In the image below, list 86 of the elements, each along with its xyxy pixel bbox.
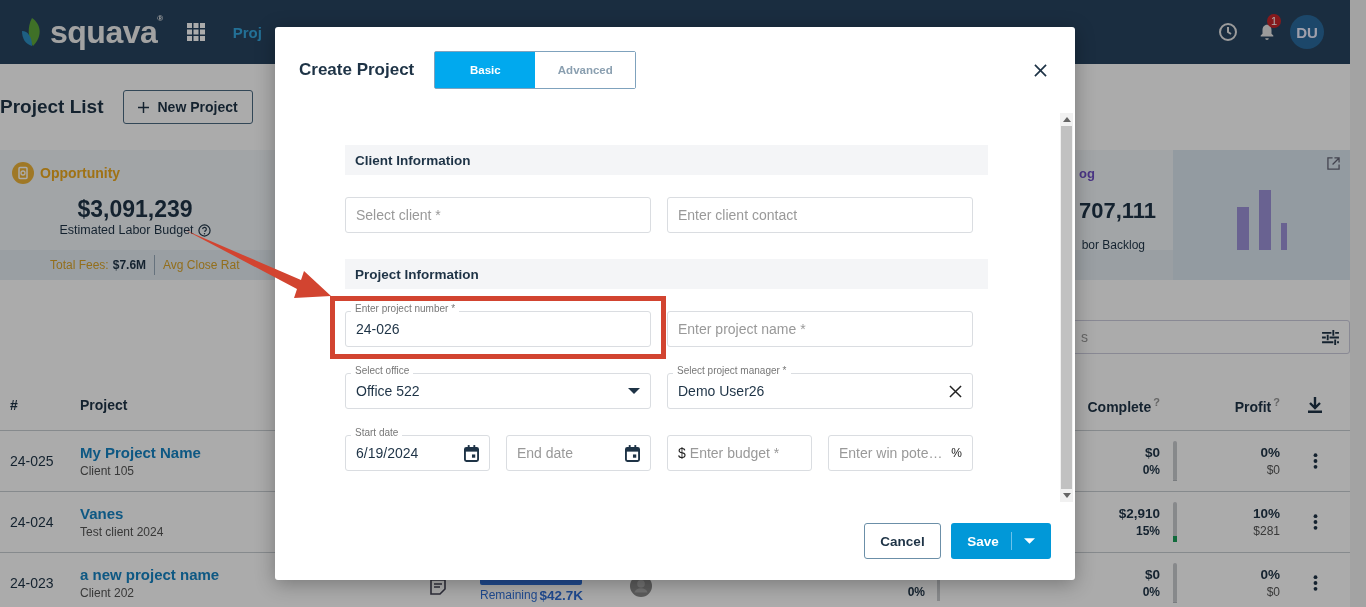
percent-value: 0% xyxy=(907,585,925,599)
percent-suffix: % xyxy=(951,446,962,460)
scroll-up-icon[interactable] xyxy=(1062,117,1071,122)
bar-chart-drawing xyxy=(1236,190,1287,250)
more-menu-icon[interactable] xyxy=(1312,513,1318,531)
client-name: Test client 2024 xyxy=(80,525,164,539)
profit-amount: $0 xyxy=(1266,585,1280,599)
brand-name: squava$^{®}$ xyxy=(50,13,163,51)
fees-label: Total Fees: xyxy=(50,258,109,272)
document-icon xyxy=(12,162,34,184)
caret-icon xyxy=(1023,538,1035,544)
cancel-button[interactable]: Cancel xyxy=(864,523,941,559)
complete-percent: 0% xyxy=(1142,585,1160,599)
notification-badge: 1 xyxy=(1267,14,1282,28)
plus-icon xyxy=(138,101,150,113)
project-link[interactable]: Vanes xyxy=(80,505,124,522)
note-icon[interactable] xyxy=(430,579,446,595)
remaining-label: Remaining xyxy=(480,588,538,603)
complete-amount: $0 xyxy=(1144,445,1160,460)
fees-value: $7.6M xyxy=(112,258,147,272)
profit-percent: 10% xyxy=(1252,506,1280,521)
input-field[interactable]: End date xyxy=(506,435,651,471)
profit-amount: $281 xyxy=(1253,524,1280,538)
project-link[interactable]: My Project Name xyxy=(80,444,201,461)
external-link-icon[interactable] xyxy=(1327,157,1340,170)
page-title: Project List xyxy=(0,96,104,118)
card-title: og xyxy=(1079,166,1095,181)
remaining-value: $42.7K xyxy=(539,588,583,603)
column-header[interactable]: Profit$^{?}$ xyxy=(1190,395,1280,415)
card-amount: $3,091,239 xyxy=(77,196,193,223)
dialog-scrollbar[interactable] xyxy=(1060,113,1073,502)
profit-percent: 0% xyxy=(1260,445,1280,460)
currency-prefix: $ xyxy=(678,445,686,461)
input-field[interactable]: Enter client contact xyxy=(667,197,973,233)
card-caption: bor Backlog xyxy=(1081,238,1145,252)
calendar-icon[interactable] xyxy=(464,444,479,462)
card-title: Opportunity xyxy=(40,165,121,181)
user-avatar[interactable]: DU xyxy=(1290,15,1324,49)
column-header: # xyxy=(9,397,18,413)
nav-link[interactable]: Proj xyxy=(232,23,262,41)
field-label: Enter project number * xyxy=(351,303,460,314)
input-field[interactable]: $ Enter budget * xyxy=(667,435,812,471)
tab[interactable]: Basic xyxy=(435,52,536,88)
calendar-icon[interactable] xyxy=(625,444,640,462)
complete-percent: 0% xyxy=(1142,463,1160,477)
input-field[interactable]: Office 522 xyxy=(345,373,651,409)
save-button[interactable]: Save xyxy=(951,523,1051,559)
field-label: Select project manager * xyxy=(673,365,791,376)
complete-amount: $0 xyxy=(1144,567,1160,582)
close-icon[interactable] xyxy=(1034,63,1047,77)
client-name: Client 202 xyxy=(80,586,135,600)
section-header: Project Information xyxy=(345,259,988,289)
project-link[interactable]: a new project name xyxy=(80,566,220,583)
column-header: Project xyxy=(80,397,128,413)
card-amount: 707,111 xyxy=(1079,198,1157,224)
input-field[interactable]: Enter win pote… % xyxy=(828,435,973,471)
project-number: 24-024 xyxy=(9,514,54,530)
input-field[interactable]: Select client * xyxy=(345,197,651,233)
clear-icon[interactable] xyxy=(949,384,962,398)
close-rate-label: Avg Close Rat xyxy=(163,258,240,272)
apps-grid-icon[interactable] xyxy=(186,23,205,41)
clock-icon[interactable] xyxy=(1218,22,1238,42)
help-icon[interactable] xyxy=(197,223,211,237)
more-menu-icon[interactable] xyxy=(1312,574,1318,592)
section-header: Client Information xyxy=(345,145,988,175)
filter-icon[interactable] xyxy=(1322,329,1339,345)
new-project-button[interactable]: New Project xyxy=(123,90,253,124)
project-number: 24-023 xyxy=(9,575,54,591)
client-name: Client 105 xyxy=(80,464,135,478)
dialog-title: Create Project xyxy=(299,60,415,80)
profit-percent: 0% xyxy=(1260,567,1280,582)
profit-amount: $0 xyxy=(1266,463,1280,477)
input-field[interactable]: Enter project name * xyxy=(667,311,973,347)
complete-percent: 15% xyxy=(1135,524,1160,538)
bell-icon[interactable] xyxy=(1258,23,1276,41)
card-caption: Estimated Labor Budget xyxy=(59,223,194,237)
page-scrollbar[interactable] xyxy=(1350,0,1366,607)
download-icon[interactable] xyxy=(1308,397,1322,413)
project-number: 24-025 xyxy=(9,453,54,469)
complete-amount: $2,910 xyxy=(1118,506,1160,521)
field-label: Select office xyxy=(351,365,414,376)
more-menu-icon[interactable] xyxy=(1312,452,1318,470)
field-label: Start date xyxy=(351,427,403,438)
scroll-down-icon[interactable] xyxy=(1062,493,1071,498)
caret-icon xyxy=(628,388,640,394)
input-field[interactable]: 6/19/2024 xyxy=(345,435,490,471)
